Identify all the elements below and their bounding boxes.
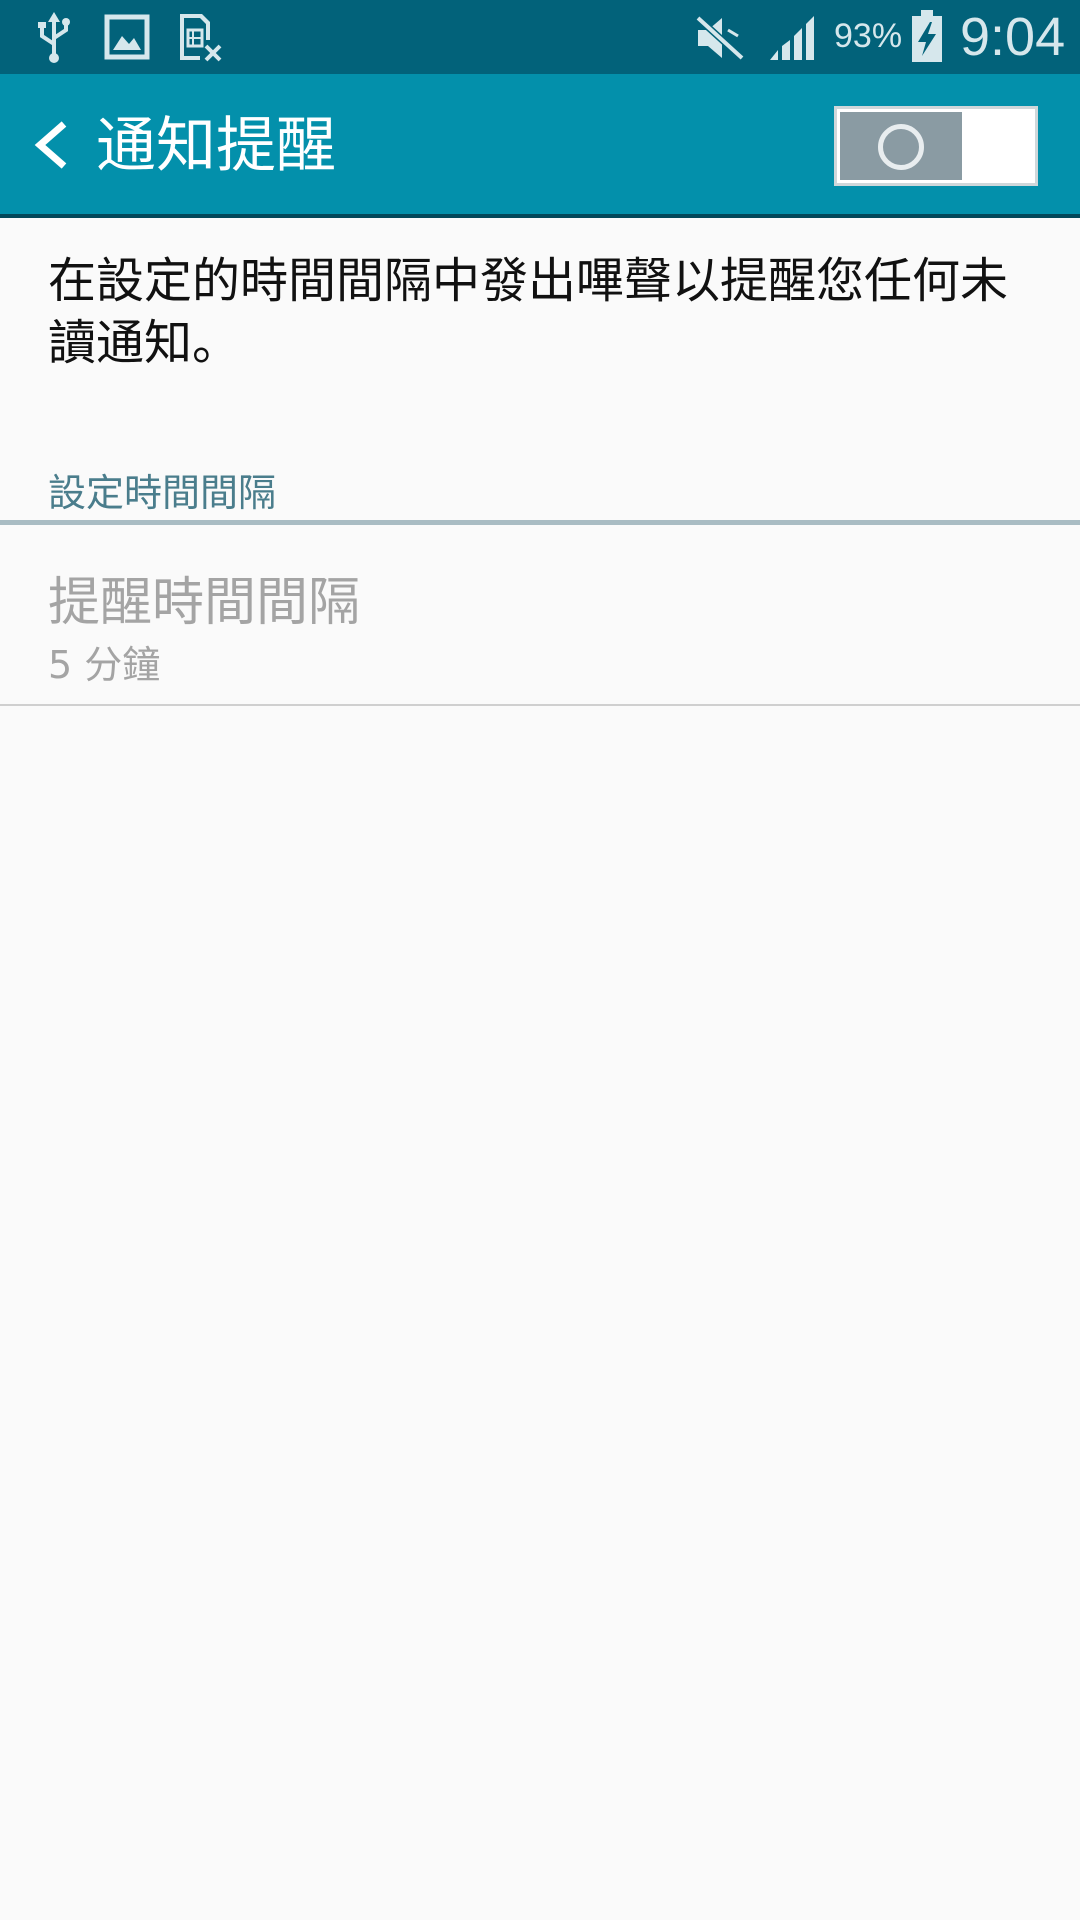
switch-track-off [840,112,962,180]
section-header: 設定時間間隔 [48,471,277,515]
battery-charging-icon [912,10,942,62]
master-switch[interactable] [834,106,1038,186]
no-sim-icon [180,14,222,62]
status-bar: 93% 9:04 [0,0,1080,74]
pref-summary: 5 分鐘 [48,643,161,687]
pref-title: 提醒時間間隔 [48,573,361,633]
page-title: 通知提醒 [96,111,336,181]
battery-percent: 93% [834,17,903,55]
item-divider [0,704,1080,706]
signal-icon [770,16,814,60]
clock: 9:04 [960,7,1066,67]
section-divider [0,520,1080,525]
usb-icon [38,12,70,63]
feature-description: 在設定的時間間隔中發出嗶聲以提醒您任何未讀通知。 [48,253,1009,371]
image-icon [104,14,150,60]
app-bar-divider [0,214,1080,218]
switch-knob [878,124,924,170]
app-bar: 通知提醒 [0,74,1080,216]
mute-icon [695,15,745,61]
reminder-interval-item[interactable]: 提醒時間間隔 5 分鐘 [0,526,1080,704]
chevron-left-icon[interactable] [20,112,82,178]
